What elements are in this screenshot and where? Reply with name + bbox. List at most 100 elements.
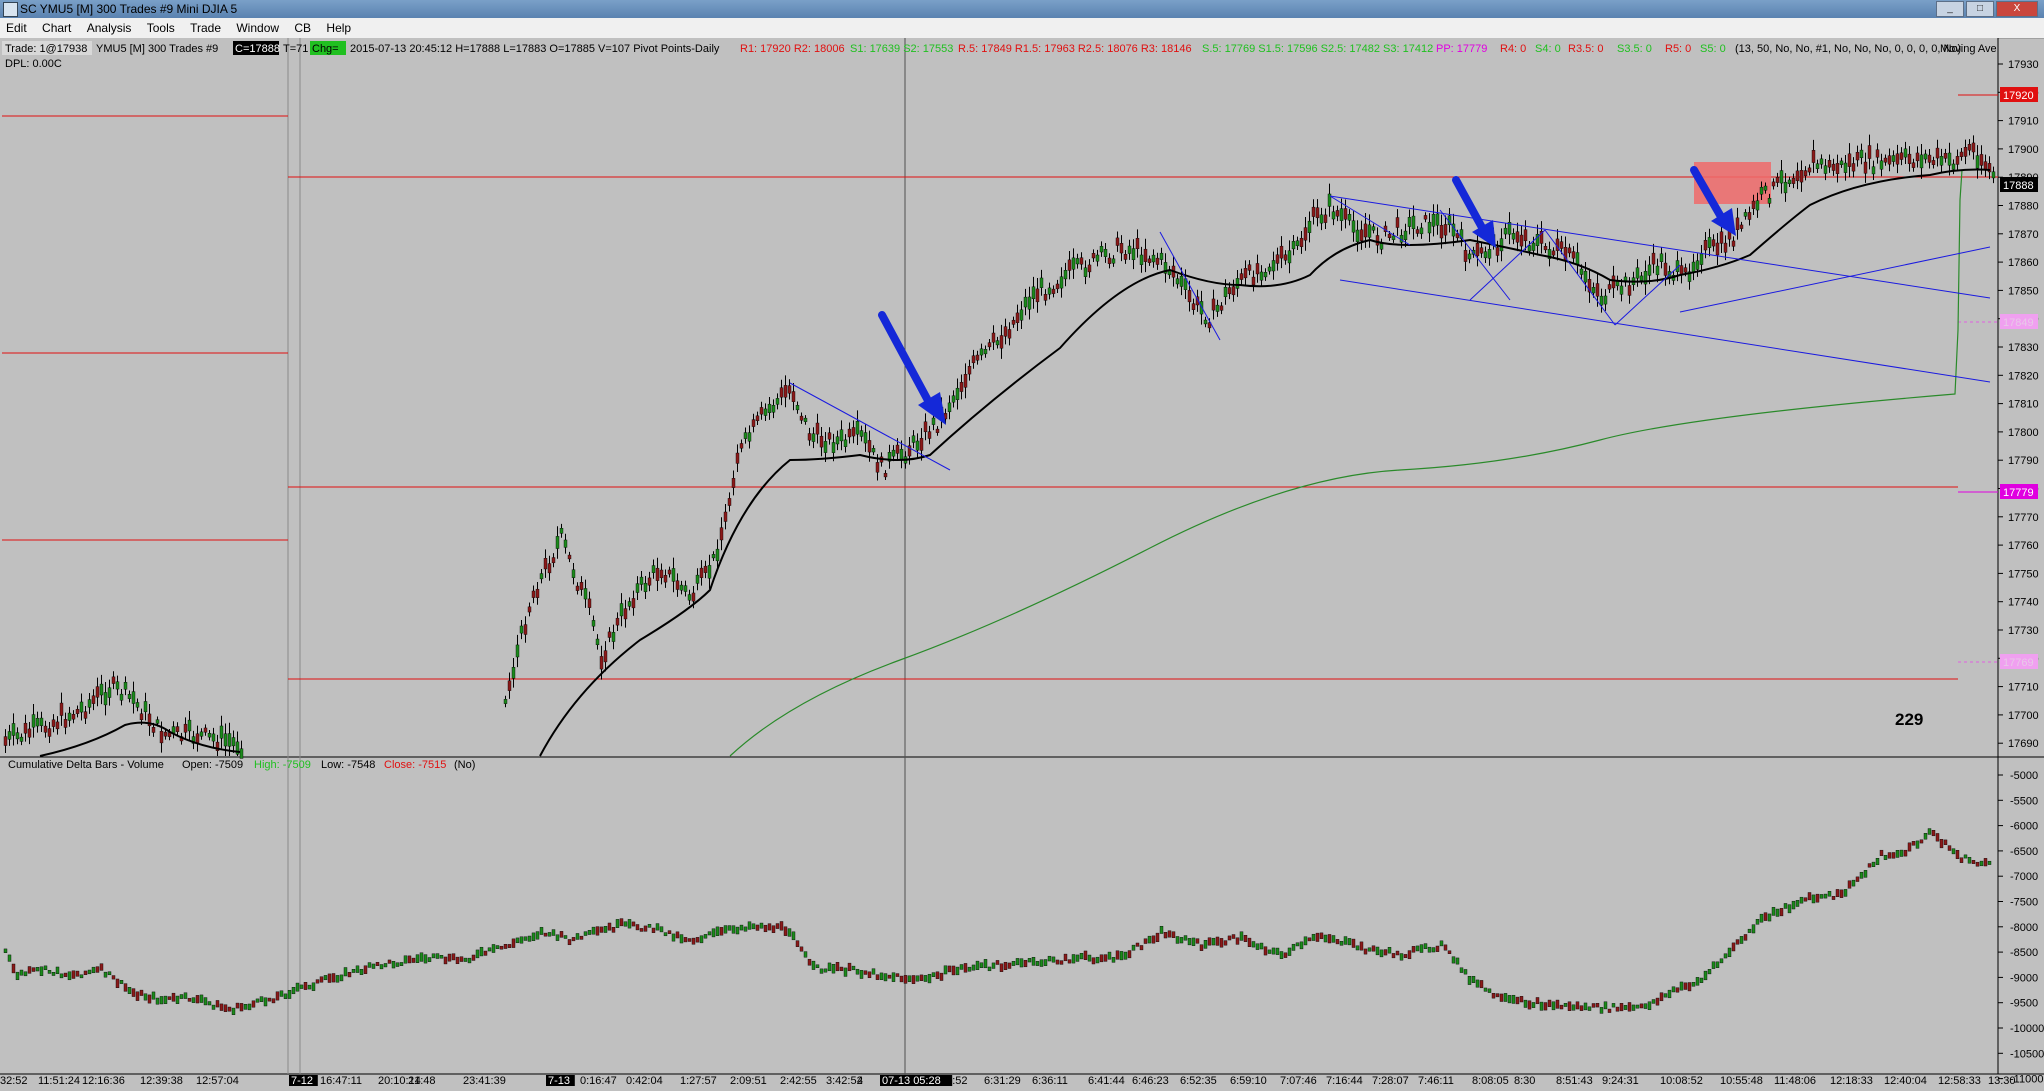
price-bar <box>1523 229 1528 242</box>
delta-bar <box>675 931 680 939</box>
menu-trade[interactable]: Trade <box>184 18 227 35</box>
pivot-readout-s2: S.5: 17769 S1.5: 17596 S2.5: 17482 S3: 1… <box>1202 43 1433 55</box>
pivot-readout-s: S1: 17639 S2: 17553 <box>850 43 953 55</box>
price-bar <box>1763 185 1768 191</box>
delta-bar <box>155 997 160 1005</box>
price-bar <box>1367 224 1372 238</box>
delta-bar <box>1815 893 1820 903</box>
price-bar <box>831 442 836 453</box>
price-bar <box>1023 296 1028 308</box>
delta-bar <box>55 966 60 974</box>
price-bar <box>659 569 664 579</box>
price-bar <box>1071 257 1076 270</box>
menu-cb[interactable]: CB <box>288 18 317 35</box>
price-bar <box>1771 181 1776 187</box>
menu-window[interactable]: Window <box>230 18 285 35</box>
delta-bar <box>439 955 444 959</box>
price-bar <box>1275 254 1280 264</box>
delta-bar <box>1559 1004 1564 1010</box>
delta-bar <box>1327 934 1332 944</box>
menu-tools[interactable]: Tools <box>141 18 181 35</box>
price-bar <box>895 444 900 454</box>
price-bar <box>1903 148 1908 158</box>
price-bar <box>1411 215 1416 230</box>
price-bar <box>1043 294 1048 301</box>
delta-bar <box>899 975 904 983</box>
price-bar <box>651 565 656 573</box>
price-bar <box>811 433 816 442</box>
price-bar <box>1355 229 1360 242</box>
delta-bar <box>1923 833 1928 840</box>
delta-bar <box>1339 941 1344 946</box>
menu-chart[interactable]: Chart <box>36 18 77 35</box>
price-bar <box>1291 241 1296 250</box>
delta-axis[interactable]: -5000 -5500 -6000 -6500 -7000 -7500 -8000 -8500… <box>1998 770 2044 1086</box>
time-axis-label: 1:27:57 <box>680 1075 717 1086</box>
delta-bar <box>1759 913 1764 923</box>
chg-box: Chg= <box>312 43 339 55</box>
delta-bar <box>175 995 180 1004</box>
delta-bar <box>691 937 696 945</box>
delta-bar <box>503 944 508 949</box>
price-bar <box>1835 163 1840 174</box>
price-bar <box>1699 253 1704 265</box>
price-axis[interactable]: 1793017920179101790017890178801787017860… <box>1998 59 2039 750</box>
delta-bar <box>1443 944 1448 951</box>
menu-analysis[interactable]: Analysis <box>81 18 138 35</box>
price-bar <box>975 354 980 361</box>
delta-bar <box>251 1000 256 1008</box>
close-button[interactable]: X <box>1996 1 2038 17</box>
price-chart[interactable]: 1793017920179101790017890178801787017860… <box>0 38 2044 1087</box>
price-bar <box>867 440 872 453</box>
delta-bar <box>527 935 532 942</box>
price-bar <box>859 430 864 437</box>
trade-box[interactable]: Trade: 1@17938 <box>5 43 87 55</box>
price-bar <box>115 681 120 690</box>
price-bar <box>1203 319 1208 325</box>
maximize-button[interactable]: □ <box>1966 1 1994 17</box>
price-bar <box>1407 217 1412 227</box>
delta-bar <box>1715 961 1720 968</box>
price-bar <box>1859 149 1864 159</box>
delta-bar <box>1775 908 1780 917</box>
price-bar <box>571 569 576 578</box>
delta-bar <box>1003 961 1008 970</box>
delta-bar <box>1643 1003 1648 1009</box>
delta-bar <box>883 973 888 982</box>
price-axis-label: 17830 <box>2008 342 2039 354</box>
delta-bar <box>715 926 720 936</box>
delta-bar <box>1647 1001 1652 1011</box>
price-bar <box>239 748 244 759</box>
delta-study-label[interactable]: Cumulative Delta Bars - Volume <box>8 759 164 771</box>
menu-edit[interactable]: Edit <box>0 18 33 35</box>
delta-bar <box>1215 936 1220 946</box>
price-bar <box>1799 170 1804 183</box>
delta-axis-label: -10000 <box>2010 1023 2044 1035</box>
delta-bar <box>1799 896 1804 904</box>
delta-bar <box>1955 850 1960 859</box>
price-bar <box>1815 163 1820 169</box>
minimize-button[interactable]: _ <box>1936 1 1964 17</box>
time-axis[interactable]: 32:52 11:51:24 12:16:36 12:39:38 12:57:04 7-1… <box>0 1075 2016 1087</box>
menu-help[interactable]: Help <box>320 18 357 35</box>
delta-bar <box>687 938 692 942</box>
delta-axis-label: -9000 <box>2010 972 2038 984</box>
price-bar <box>979 348 984 356</box>
delta-bar <box>1431 947 1436 953</box>
delta-bar <box>1947 845 1952 851</box>
time-axis-label: 12:40:04 <box>1884 1075 1927 1086</box>
delta-bar <box>335 975 340 983</box>
delta-bar <box>1855 876 1860 882</box>
price-bar <box>1795 170 1800 182</box>
chart-area[interactable]: 1793017920179101790017890178801787017860… <box>0 38 2044 1087</box>
delta-bar <box>995 960 1000 965</box>
price-bar <box>1483 251 1488 259</box>
price-bar <box>1655 265 1660 276</box>
time-axis-label: 7:07:46 <box>1280 1075 1317 1086</box>
r5-readout: R5: 0 <box>1665 43 1691 55</box>
delta-bar <box>743 926 748 932</box>
price-bar <box>1007 329 1012 339</box>
pivot-readout-r2: R.5: 17849 R1.5: 17963 R2.5: 18076 R3: 1… <box>958 43 1192 55</box>
delta-bar <box>495 945 500 949</box>
price-bar <box>731 478 736 488</box>
